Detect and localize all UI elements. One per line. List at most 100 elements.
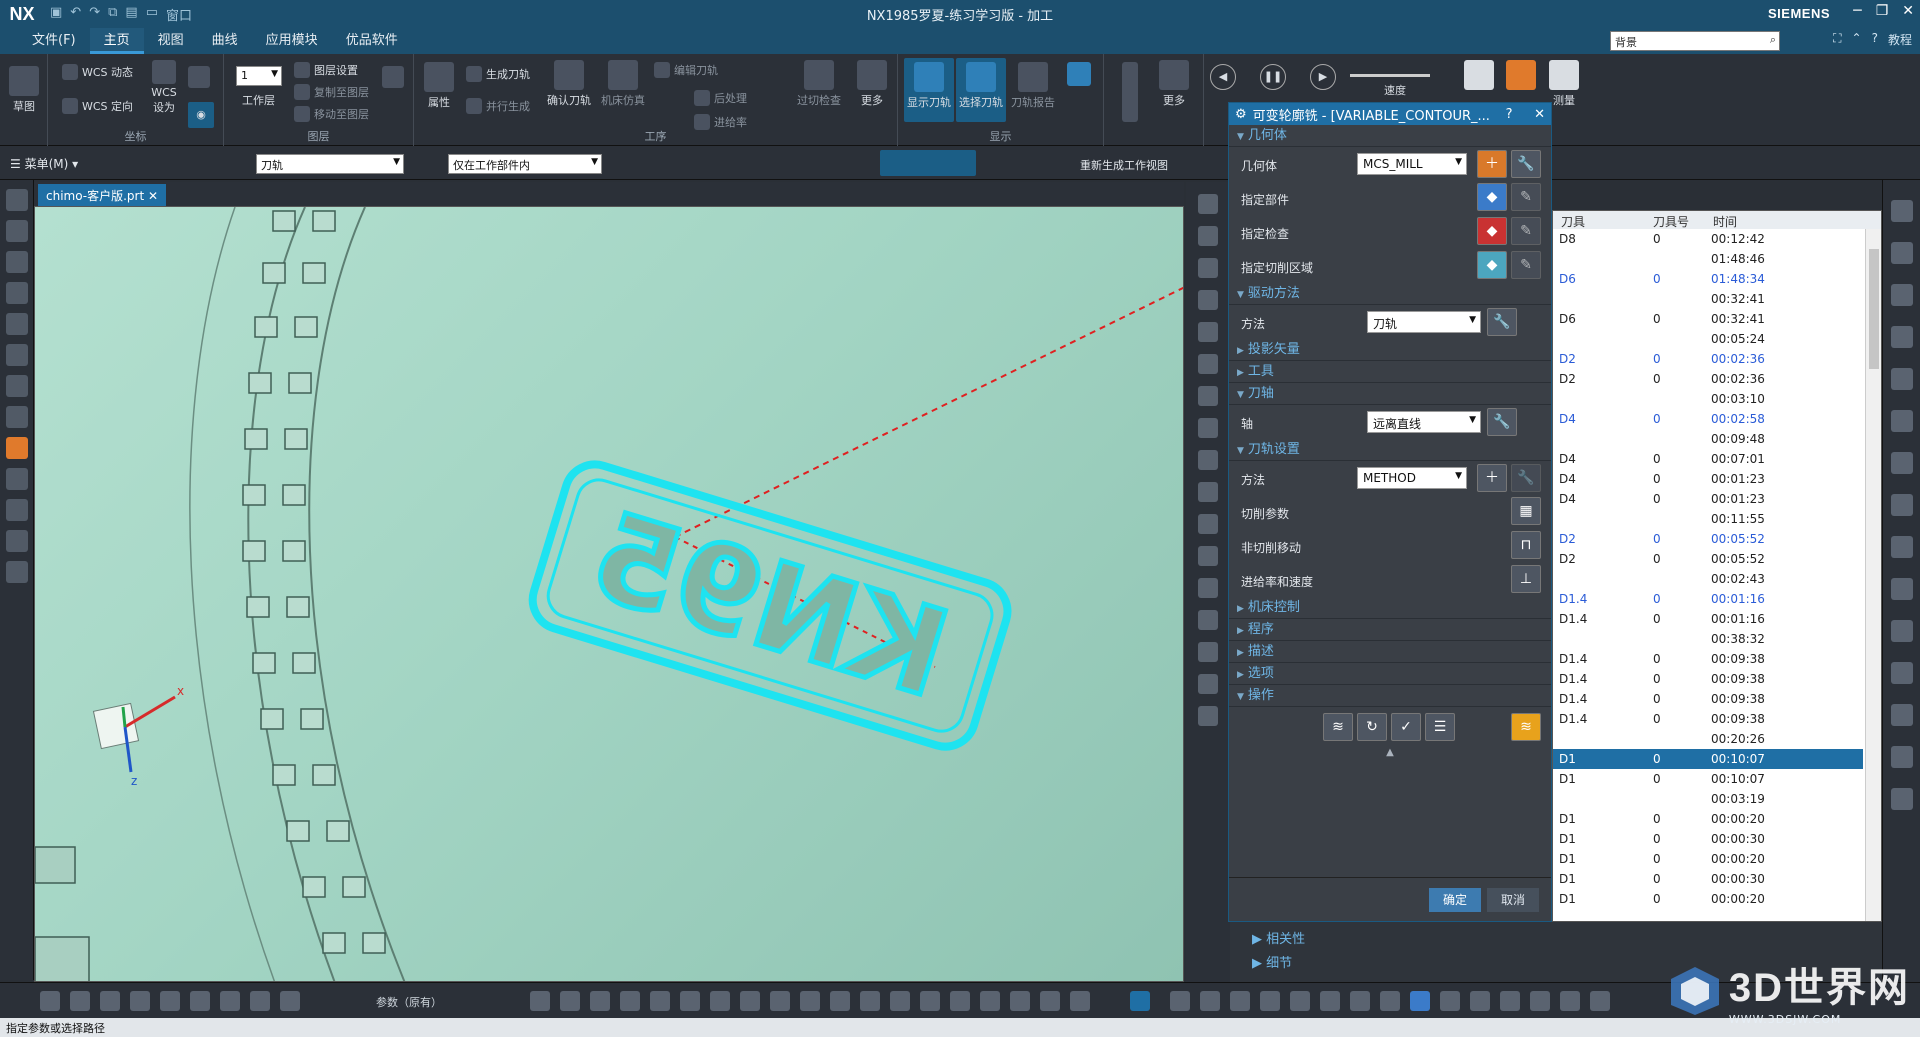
- show-part-button[interactable]: ✎: [1511, 183, 1541, 211]
- project-tool-icon[interactable]: [280, 991, 300, 1011]
- cancel-button[interactable]: 取消: [1487, 888, 1539, 912]
- feature-icon[interactable]: [530, 991, 550, 1011]
- palette-icon[interactable]: [1890, 536, 1913, 558]
- prev-button[interactable]: ◀: [1210, 64, 1236, 90]
- menu-curve[interactable]: 曲线: [198, 28, 252, 54]
- feature-icon[interactable]: [710, 991, 730, 1011]
- snap-icon[interactable]: [1530, 991, 1550, 1011]
- path-report-button[interactable]: 刀轨报告: [1008, 62, 1058, 110]
- table-row[interactable]: 01:48:46: [1553, 249, 1863, 269]
- point-tool-icon[interactable]: [70, 991, 90, 1011]
- table-row[interactable]: D2 0 00:05:52: [1553, 529, 1863, 549]
- select-path-button[interactable]: 选择刀轨: [956, 58, 1006, 122]
- non-cut-moves-button[interactable]: ⊓: [1511, 531, 1541, 559]
- feeds-speeds-button[interactable]: ⊥: [1511, 565, 1541, 593]
- table-row[interactable]: 00:11:55: [1553, 509, 1863, 529]
- table-row[interactable]: 00:32:41: [1553, 289, 1863, 309]
- edit-path-button[interactable]: 编辑刀轨: [654, 62, 718, 78]
- window-icon[interactable]: ▭: [146, 5, 158, 24]
- scope-filter-select[interactable]: 仅在工作部件内 ▼: [448, 154, 602, 174]
- menu-application[interactable]: 应用模块: [252, 28, 332, 54]
- table-row[interactable]: D2 0 00:05:52: [1553, 549, 1863, 569]
- table-row[interactable]: 00:38:32: [1553, 629, 1863, 649]
- snap-icon[interactable]: [1200, 991, 1220, 1011]
- feature-icon[interactable]: [1040, 991, 1060, 1011]
- table-row[interactable]: D2 0 00:02:36: [1553, 349, 1863, 369]
- blend-icon[interactable]: [1198, 482, 1218, 502]
- snap-icon[interactable]: [1470, 991, 1490, 1011]
- collapse-more-icon[interactable]: ▲: [1229, 747, 1551, 758]
- table-row[interactable]: D1 0 00:10:07: [1553, 749, 1863, 769]
- display-extra-button[interactable]: [1064, 62, 1094, 88]
- section-actions[interactable]: ▼ 操作: [1229, 685, 1551, 707]
- type-filter-select[interactable]: 刀轨 ▼: [256, 154, 404, 174]
- graphics-viewport[interactable]: KN95 x z: [34, 206, 1184, 982]
- circle-icon[interactable]: [1198, 258, 1218, 278]
- table-row[interactable]: D4 0 00:01:23: [1553, 489, 1863, 509]
- roles-icon[interactable]: [5, 406, 28, 428]
- parameter-label[interactable]: 参数（原有）: [376, 994, 442, 1010]
- table-row[interactable]: D1 0 00:00:20: [1553, 849, 1863, 869]
- sheet-tool-icon[interactable]: [190, 991, 210, 1011]
- dialog-title-bar[interactable]: ⚙ 可变轮廓铣 - [VARIABLE_CONTOUR_... ? ✕: [1229, 103, 1551, 125]
- table-row[interactable]: 00:02:43: [1553, 569, 1863, 589]
- show-cut-area-button[interactable]: ✎: [1511, 251, 1541, 279]
- reuse-library-icon[interactable]: [1890, 368, 1913, 390]
- extrude-icon[interactable]: [1198, 386, 1218, 406]
- feature-icon[interactable]: [770, 991, 790, 1011]
- face-icon[interactable]: [1198, 354, 1218, 374]
- menu-button[interactable]: ☰ 菜单(M) ▾: [10, 155, 78, 172]
- text2-icon[interactable]: [1198, 642, 1218, 662]
- sweep-icon[interactable]: [1198, 450, 1218, 470]
- wcs-set-button[interactable]: WCS 设为: [148, 60, 180, 115]
- column-header-tool-number[interactable]: 刀具号: [1653, 213, 1689, 230]
- specify-check-button[interactable]: ◆: [1477, 217, 1507, 245]
- generate-path-button[interactable]: 生成刀轨: [466, 66, 530, 82]
- section-tool-axis[interactable]: ▼ 刀轴: [1229, 383, 1551, 405]
- wcs-orient-button[interactable]: WCS 定向: [62, 98, 133, 114]
- machine-sim-button[interactable]: 机床仿真: [598, 60, 648, 108]
- part-icon[interactable]: [5, 220, 28, 242]
- table-row[interactable]: 00:03:19: [1553, 789, 1863, 809]
- file-tab[interactable]: chimo-客户版.prt ✕: [38, 184, 167, 206]
- parallel-generate-button[interactable]: 并行生成: [466, 98, 530, 114]
- feature-icon[interactable]: [980, 991, 1000, 1011]
- new-method-button[interactable]: ＋: [1477, 464, 1507, 492]
- path-method-select[interactable]: METHOD ▼: [1357, 467, 1467, 489]
- wcs-display-button[interactable]: ◉: [188, 102, 214, 128]
- materials-icon[interactable]: [1890, 746, 1913, 768]
- window-menu[interactable]: 窗口: [166, 5, 192, 24]
- axis-select[interactable]: 远离直线 ▼: [1367, 411, 1481, 433]
- layer-settings-button[interactable]: 图层设置: [294, 62, 358, 78]
- move-to-layer-button[interactable]: 移动至图层: [294, 106, 369, 122]
- edit-method-button[interactable]: 🔧: [1511, 464, 1541, 492]
- analysis-button[interactable]: [1464, 60, 1494, 92]
- list-button[interactable]: ☰: [1425, 713, 1455, 741]
- menu-file[interactable]: 文件(F): [18, 28, 90, 54]
- tutorial-link[interactable]: 教程: [1888, 31, 1912, 48]
- tools-icon[interactable]: [1890, 788, 1913, 810]
- pause-button[interactable]: ❚❚: [1260, 64, 1286, 90]
- table-row[interactable]: D1.4 0 00:09:38: [1553, 669, 1863, 689]
- snap-icon[interactable]: [1560, 991, 1580, 1011]
- layer-stack-button[interactable]: [382, 66, 404, 90]
- roles-icon[interactable]: [1890, 578, 1913, 600]
- table-row[interactable]: D1 0 00:00:30: [1553, 869, 1863, 889]
- edit-drive-button[interactable]: 🔧: [1487, 308, 1517, 336]
- snap-icon[interactable]: [1500, 991, 1520, 1011]
- table-row[interactable]: 00:05:24: [1553, 329, 1863, 349]
- more-button[interactable]: 更多: [854, 60, 890, 108]
- table-row[interactable]: D8 0 00:12:42: [1553, 229, 1863, 249]
- process-icon[interactable]: [5, 499, 28, 521]
- measure-button[interactable]: 测量: [1546, 60, 1582, 108]
- search-icon[interactable]: ⌕: [1770, 33, 1776, 47]
- scrollbar-thumb[interactable]: [1869, 249, 1879, 369]
- minimize-icon[interactable]: ─: [1853, 3, 1861, 19]
- menu-plugin[interactable]: 优品软件: [332, 28, 412, 54]
- section-relations[interactable]: ▶ 相关性: [1252, 928, 1305, 947]
- drive-method-select[interactable]: 刀轨 ▼: [1367, 311, 1481, 333]
- table-row[interactable]: 00:09:48: [1553, 429, 1863, 449]
- geometry-select[interactable]: MCS_MILL ▼: [1357, 153, 1467, 175]
- revolve-icon[interactable]: [1198, 418, 1218, 438]
- section-program[interactable]: ▶ 程序: [1229, 619, 1551, 641]
